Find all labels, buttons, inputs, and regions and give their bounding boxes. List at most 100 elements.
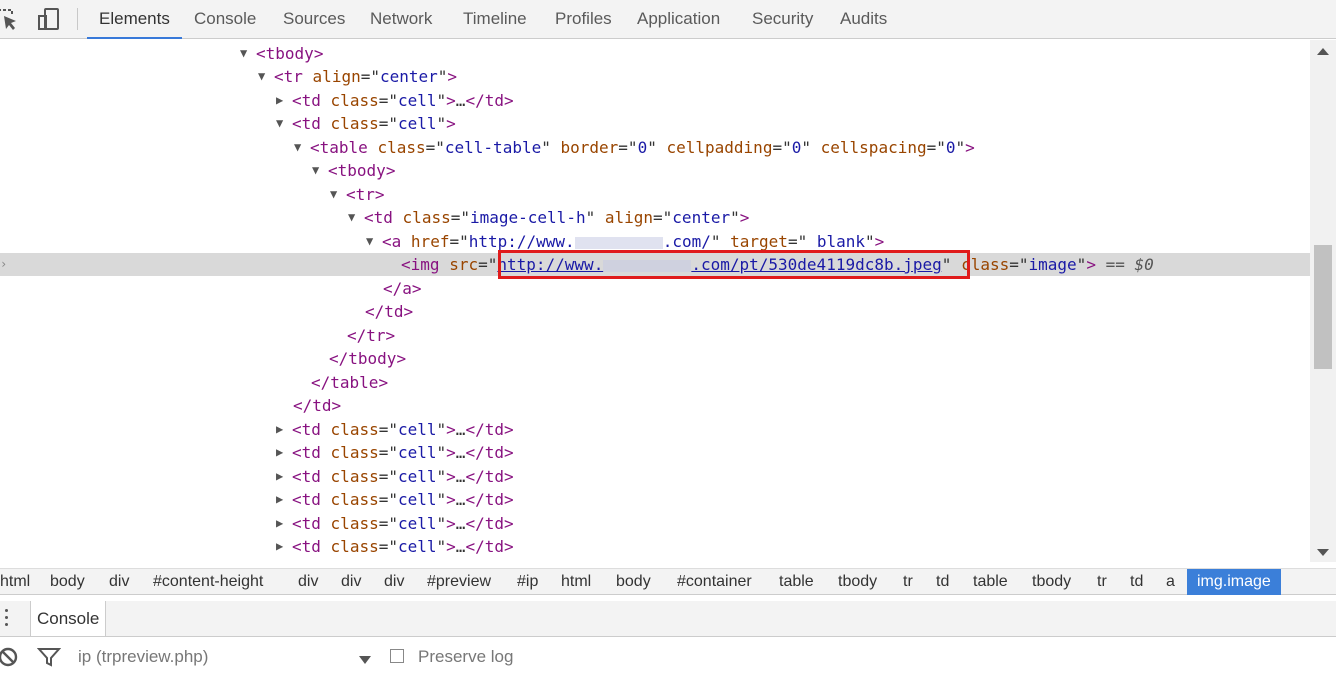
breadcrumb-item[interactable]: div (384, 569, 404, 595)
collapse-triangle-icon[interactable]: ▼ (348, 206, 360, 229)
attr-name: href (410, 232, 450, 251)
tab-audits[interactable]: Audits (840, 0, 887, 38)
tab-security[interactable]: Security (752, 0, 813, 38)
breadcrumb-item[interactable]: body (616, 569, 651, 595)
attr-name: class (330, 114, 379, 133)
expand-triangle-icon[interactable]: ▶ (276, 441, 288, 464)
breadcrumb-item[interactable]: #content-height (153, 569, 263, 595)
breadcrumb-item[interactable]: td (936, 569, 949, 595)
scroll-down-arrow-icon[interactable] (1317, 549, 1329, 556)
collapse-triangle-icon[interactable]: ▼ (330, 183, 342, 206)
collapse-triangle-icon[interactable]: ▼ (294, 136, 306, 159)
breadcrumb-item[interactable]: #container (677, 569, 752, 595)
expand-triangle-icon[interactable]: ▶ (276, 465, 288, 488)
dom-node[interactable]: </tr> (0, 324, 1310, 347)
tab-elements[interactable]: Elements (87, 0, 182, 39)
dom-node[interactable]: </tbody> (0, 347, 1310, 370)
dom-node[interactable]: ▼ <tr> (0, 183, 1310, 206)
breadcrumb-item[interactable]: html (561, 569, 591, 595)
vertical-scrollbar[interactable] (1310, 40, 1336, 562)
ellipsis[interactable]: … (456, 537, 466, 556)
inspect-icon[interactable] (0, 6, 20, 32)
expand-triangle-icon[interactable]: ▶ (276, 512, 288, 535)
dom-node[interactable]: ▼ <tr align="center"> (0, 65, 1310, 88)
tag-name: td (484, 514, 504, 533)
attr-value: image (1028, 255, 1077, 274)
context-selector[interactable]: ip (trpreview.php) (78, 637, 208, 677)
breadcrumb-item[interactable]: tr (903, 569, 913, 595)
dom-node[interactable]: ▶ <td class="cell">…</td> (0, 465, 1310, 488)
ellipsis[interactable]: … (456, 514, 466, 533)
breadcrumb-item[interactable]: tr (1097, 569, 1107, 595)
ellipsis[interactable]: … (456, 420, 466, 439)
breadcrumb-item[interactable]: table (973, 569, 1008, 595)
collapse-triangle-icon[interactable]: ▼ (240, 42, 252, 65)
dom-node[interactable]: </table> (0, 371, 1310, 394)
dom-node[interactable]: </td> (0, 394, 1310, 417)
tab-console[interactable]: Console (194, 0, 256, 38)
breadcrumb-item[interactable]: table (779, 569, 814, 595)
filter-icon[interactable] (36, 647, 62, 672)
dropdown-arrow-icon[interactable] (358, 652, 372, 670)
dom-node[interactable]: ▼ <tbody> (0, 42, 1310, 65)
breadcrumb-item[interactable]: body (50, 569, 85, 595)
expand-triangle-icon[interactable]: ▶ (276, 535, 288, 558)
breadcrumb-item[interactable]: tbody (1032, 569, 1071, 595)
dom-node[interactable]: ▼ <td class="cell"> (0, 112, 1310, 135)
tag-name: td (301, 514, 321, 533)
attr-value[interactable]: http://www. (469, 232, 575, 251)
collapse-triangle-icon[interactable]: ▼ (312, 159, 324, 182)
breadcrumb-item[interactable]: #preview (427, 569, 491, 595)
attr-name: class (330, 467, 379, 486)
breadcrumb-item[interactable]: html (0, 569, 30, 595)
dom-node[interactable]: </td> (0, 300, 1310, 323)
tab-profiles[interactable]: Profiles (555, 0, 612, 38)
dom-node[interactable]: </a> (0, 277, 1310, 300)
tab-application[interactable]: Application (637, 0, 720, 38)
breadcrumb-item-selected[interactable]: img.image (1187, 569, 1281, 595)
breadcrumb-item[interactable]: tbody (838, 569, 877, 595)
drawer-tab-console[interactable]: Console (30, 601, 107, 636)
dom-node[interactable]: ▼ <table class="cell-table" border="0" c… (0, 136, 1310, 159)
breadcrumb-item[interactable]: div (298, 569, 318, 595)
collapse-triangle-icon[interactable]: ▼ (258, 65, 270, 88)
dom-node[interactable]: ▶ <td class="cell">…</td> (0, 512, 1310, 535)
collapse-triangle-icon[interactable]: ▼ (366, 230, 378, 253)
scrollbar-thumb[interactable] (1314, 245, 1332, 369)
ellipsis[interactable]: … (456, 443, 466, 462)
device-mode-icon[interactable] (36, 6, 62, 32)
more-options-icon[interactable] (4, 609, 10, 629)
attr-name: class (402, 208, 451, 227)
ellipsis[interactable]: … (456, 91, 466, 110)
tag-name: table (330, 373, 379, 392)
dom-node[interactable]: ▶ <td class="cell">…</td> (0, 535, 1310, 558)
breadcrumb-item[interactable]: a (1166, 569, 1175, 595)
console-toolbar: ip (trpreview.php) Preserve log (0, 637, 1336, 677)
scroll-up-arrow-icon[interactable] (1317, 48, 1329, 55)
expand-triangle-icon[interactable]: ▶ (276, 488, 288, 511)
ellipsis[interactable]: … (456, 467, 466, 486)
breadcrumb-item[interactable]: div (341, 569, 361, 595)
preserve-log-checkbox[interactable] (390, 649, 404, 663)
tab-timeline[interactable]: Timeline (463, 0, 527, 38)
dom-node[interactable]: ▶ <td class="cell">…</td> (0, 488, 1310, 511)
attr-value: cell (397, 91, 437, 110)
dom-node[interactable]: ▶ <td class="cell">…</td> (0, 89, 1310, 112)
devtools-toolbar: Elements Console Sources Network Timelin… (0, 0, 1336, 39)
breadcrumb-item[interactable]: div (109, 569, 129, 595)
attr-value[interactable]: .com/ (663, 232, 711, 251)
breadcrumb-item[interactable]: #ip (517, 569, 538, 595)
clear-console-icon[interactable] (0, 647, 18, 672)
dom-node[interactable]: ▼ <tbody> (0, 159, 1310, 182)
dom-node[interactable]: ▼ <td class="image-cell-h" align="center… (0, 206, 1310, 229)
expand-triangle-icon[interactable]: ▶ (276, 418, 288, 441)
ellipsis[interactable]: … (456, 490, 466, 509)
dom-node[interactable]: ▶ <td class="cell">…</td> (0, 418, 1310, 441)
dom-node[interactable]: ▶ <td class="cell">…</td> (0, 441, 1310, 464)
tab-sources[interactable]: Sources (283, 0, 345, 38)
tab-network[interactable]: Network (370, 0, 432, 38)
breadcrumb-item[interactable]: td (1130, 569, 1143, 595)
collapse-triangle-icon[interactable]: ▼ (276, 112, 288, 135)
expand-triangle-icon[interactable]: ▶ (276, 89, 288, 112)
attr-name: align (604, 208, 654, 227)
